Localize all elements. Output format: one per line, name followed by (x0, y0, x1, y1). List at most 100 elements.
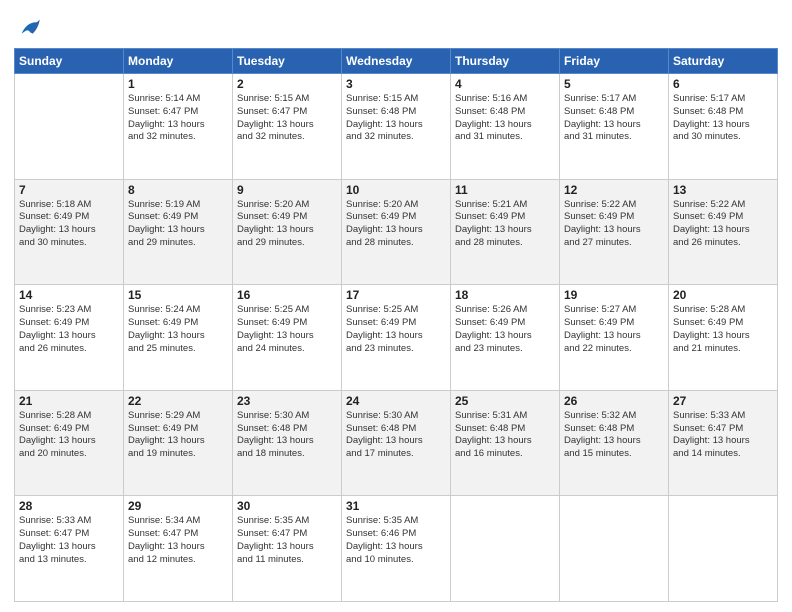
day-info: Sunrise: 5:35 AM Sunset: 6:46 PM Dayligh… (346, 515, 446, 566)
calendar-cell: 9 Sunrise: 5:20 AM Sunset: 6:49 PM Daylig… (233, 179, 342, 285)
day-number: 23 (237, 394, 337, 408)
calendar-cell (560, 496, 669, 602)
day-number: 10 (346, 183, 446, 197)
calendar-cell: 11Sunrise: 5:21 AM Sunset: 6:49 PM Dayli… (451, 179, 560, 285)
weekday-header-friday: Friday (560, 49, 669, 74)
calendar-table: SundayMondayTuesdayWednesdayThursdayFrid… (14, 48, 778, 602)
day-number: 15 (128, 288, 228, 302)
day-number: 4 (455, 77, 555, 91)
calendar-cell: 17 Sunrise: 5:25 AM Sunset: 6:49 PM Dayli… (342, 285, 451, 391)
bird-icon (16, 14, 44, 42)
calendar-cell: 5 Sunrise: 5:17 AM Sunset: 6:48 PM Daylig… (560, 74, 669, 180)
logo (14, 14, 44, 42)
calendar-cell (451, 496, 560, 602)
day-number: 20 (673, 288, 773, 302)
calendar-week-row: 7 Sunrise: 5:18 AM Sunset: 6:49 PM Daylig… (15, 179, 778, 285)
calendar-cell: 10Sunrise: 5:20 AM Sunset: 6:49 PM Dayli… (342, 179, 451, 285)
day-info: Sunrise: 5:34 AM Sunset: 6:47 PM Dayligh… (128, 515, 228, 566)
calendar-cell: 15 Sunrise: 5:24 AM Sunset: 6:49 PM Dayli… (124, 285, 233, 391)
day-number: 2 (237, 77, 337, 91)
day-info: Sunrise: 5:25 AM Sunset: 6:49 PM Dayligh… (237, 304, 337, 355)
calendar-cell: 20 Sunrise: 5:28 AM Sunset: 6:49 PM Dayli… (669, 285, 778, 391)
weekday-header-saturday: Saturday (669, 49, 778, 74)
day-info: Sunrise: 5:30 AM Sunset: 6:48 PM Dayligh… (237, 410, 337, 461)
day-number: 28 (19, 499, 119, 513)
day-info: Sunrise: 5:31 AM Sunset: 6:48 PM Dayligh… (455, 410, 555, 461)
weekday-header-row: SundayMondayTuesdayWednesdayThursdayFrid… (15, 49, 778, 74)
page: SundayMondayTuesdayWednesdayThursdayFrid… (0, 0, 792, 612)
day-number: 1 (128, 77, 228, 91)
day-number: 14 (19, 288, 119, 302)
calendar-cell: 16 Sunrise: 5:25 AM Sunset: 6:49 PM Dayli… (233, 285, 342, 391)
day-number: 31 (346, 499, 446, 513)
day-info: Sunrise: 5:28 AM Sunset: 6:49 PM Dayligh… (19, 410, 119, 461)
day-number: 16 (237, 288, 337, 302)
day-number: 21 (19, 394, 119, 408)
calendar-cell: 27 Sunrise: 5:33 AM Sunset: 6:47 PM Dayli… (669, 390, 778, 496)
weekday-header-sunday: Sunday (15, 49, 124, 74)
day-number: 17 (346, 288, 446, 302)
day-number: 30 (237, 499, 337, 513)
calendar-cell: 8Sunrise: 5:19 AM Sunset: 6:49 PM Daylig… (124, 179, 233, 285)
day-info: Sunrise: 5:17 AM Sunset: 6:48 PM Dayligh… (564, 93, 664, 144)
calendar-cell: 3Sunrise: 5:15 AM Sunset: 6:48 PM Daylig… (342, 74, 451, 180)
day-number: 22 (128, 394, 228, 408)
day-number: 13 (673, 183, 773, 197)
day-info: Sunrise: 5:26 AM Sunset: 6:49 PM Dayligh… (455, 304, 555, 355)
day-info: Sunrise: 5:14 AM Sunset: 6:47 PM Dayligh… (128, 93, 228, 144)
calendar-cell: 7 Sunrise: 5:18 AM Sunset: 6:49 PM Daylig… (15, 179, 124, 285)
day-info: Sunrise: 5:23 AM Sunset: 6:49 PM Dayligh… (19, 304, 119, 355)
day-info: Sunrise: 5:35 AM Sunset: 6:47 PM Dayligh… (237, 515, 337, 566)
calendar-week-row: 1 Sunrise: 5:14 AM Sunset: 6:47 PM Daylig… (15, 74, 778, 180)
calendar-cell: 13Sunrise: 5:22 AM Sunset: 6:49 PM Dayli… (669, 179, 778, 285)
calendar-cell: 21 Sunrise: 5:28 AM Sunset: 6:49 PM Dayli… (15, 390, 124, 496)
day-info: Sunrise: 5:27 AM Sunset: 6:49 PM Dayligh… (564, 304, 664, 355)
day-info: Sunrise: 5:28 AM Sunset: 6:49 PM Dayligh… (673, 304, 773, 355)
calendar-cell: 18 Sunrise: 5:26 AM Sunset: 6:49 PM Dayli… (451, 285, 560, 391)
calendar-cell: 30 Sunrise: 5:35 AM Sunset: 6:47 PM Dayli… (233, 496, 342, 602)
day-info: Sunrise: 5:33 AM Sunset: 6:47 PM Dayligh… (673, 410, 773, 461)
calendar-week-row: 28 Sunrise: 5:33 AM Sunset: 6:47 PM Dayli… (15, 496, 778, 602)
day-info: Sunrise: 5:25 AM Sunset: 6:49 PM Dayligh… (346, 304, 446, 355)
day-number: 18 (455, 288, 555, 302)
day-info: Sunrise: 5:21 AM Sunset: 6:49 PM Dayligh… (455, 199, 555, 250)
calendar-cell: 4 Sunrise: 5:16 AM Sunset: 6:48 PM Daylig… (451, 74, 560, 180)
day-info: Sunrise: 5:18 AM Sunset: 6:49 PM Dayligh… (19, 199, 119, 250)
weekday-header-wednesday: Wednesday (342, 49, 451, 74)
day-info: Sunrise: 5:17 AM Sunset: 6:48 PM Dayligh… (673, 93, 773, 144)
day-info: Sunrise: 5:15 AM Sunset: 6:47 PM Dayligh… (237, 93, 337, 144)
day-number: 5 (564, 77, 664, 91)
calendar-cell: 6Sunrise: 5:17 AM Sunset: 6:48 PM Daylig… (669, 74, 778, 180)
header (14, 10, 778, 42)
calendar-week-row: 21 Sunrise: 5:28 AM Sunset: 6:49 PM Dayli… (15, 390, 778, 496)
calendar-cell: 29 Sunrise: 5:34 AM Sunset: 6:47 PM Dayli… (124, 496, 233, 602)
calendar-cell: 19 Sunrise: 5:27 AM Sunset: 6:49 PM Dayli… (560, 285, 669, 391)
day-info: Sunrise: 5:33 AM Sunset: 6:47 PM Dayligh… (19, 515, 119, 566)
day-info: Sunrise: 5:15 AM Sunset: 6:48 PM Dayligh… (346, 93, 446, 144)
day-number: 8 (128, 183, 228, 197)
day-info: Sunrise: 5:30 AM Sunset: 6:48 PM Dayligh… (346, 410, 446, 461)
day-number: 9 (237, 183, 337, 197)
day-number: 27 (673, 394, 773, 408)
weekday-header-tuesday: Tuesday (233, 49, 342, 74)
calendar-cell: 26 Sunrise: 5:32 AM Sunset: 6:48 PM Dayli… (560, 390, 669, 496)
day-number: 7 (19, 183, 119, 197)
calendar-cell: 14 Sunrise: 5:23 AM Sunset: 6:49 PM Dayli… (15, 285, 124, 391)
calendar-cell: 23 Sunrise: 5:30 AM Sunset: 6:48 PM Dayli… (233, 390, 342, 496)
day-info: Sunrise: 5:24 AM Sunset: 6:49 PM Dayligh… (128, 304, 228, 355)
day-number: 19 (564, 288, 664, 302)
day-info: Sunrise: 5:16 AM Sunset: 6:48 PM Dayligh… (455, 93, 555, 144)
day-number: 29 (128, 499, 228, 513)
day-info: Sunrise: 5:20 AM Sunset: 6:49 PM Dayligh… (237, 199, 337, 250)
calendar-cell: 28 Sunrise: 5:33 AM Sunset: 6:47 PM Dayli… (15, 496, 124, 602)
calendar-cell: 2 Sunrise: 5:15 AM Sunset: 6:47 PM Daylig… (233, 74, 342, 180)
day-info: Sunrise: 5:32 AM Sunset: 6:48 PM Dayligh… (564, 410, 664, 461)
day-number: 26 (564, 394, 664, 408)
day-number: 24 (346, 394, 446, 408)
day-info: Sunrise: 5:22 AM Sunset: 6:49 PM Dayligh… (564, 199, 664, 250)
calendar-cell: 24 Sunrise: 5:30 AM Sunset: 6:48 PM Dayli… (342, 390, 451, 496)
calendar-cell (669, 496, 778, 602)
calendar-cell (15, 74, 124, 180)
calendar-week-row: 14 Sunrise: 5:23 AM Sunset: 6:49 PM Dayli… (15, 285, 778, 391)
calendar-cell: 12Sunrise: 5:22 AM Sunset: 6:49 PM Dayli… (560, 179, 669, 285)
